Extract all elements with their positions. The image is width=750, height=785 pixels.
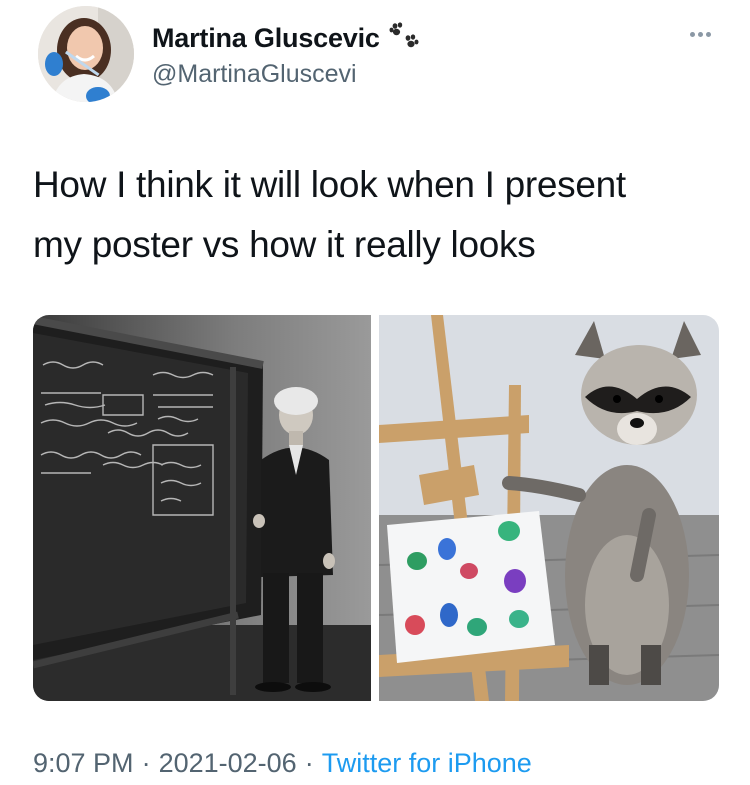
author-display-name[interactable]: Martina Gluscevic bbox=[152, 23, 380, 54]
more-options-button[interactable] bbox=[680, 22, 720, 46]
tweet-header: Martina Gluscevic @MartinaGluscevi bbox=[0, 0, 750, 120]
tweet-media[interactable] bbox=[33, 315, 719, 701]
tweet-time[interactable]: 9:07 PM bbox=[33, 748, 134, 778]
author-handle[interactable]: @MartinaGluscevi bbox=[152, 60, 357, 89]
tweet-source-link[interactable]: Twitter for iPhone bbox=[322, 748, 532, 778]
tweet-text-line: How I think it will look when I present bbox=[33, 164, 626, 205]
meta-separator: · bbox=[141, 748, 151, 778]
tweet-date[interactable]: 2021-02-06 bbox=[159, 748, 297, 778]
avatar[interactable] bbox=[38, 6, 134, 102]
more-dot-icon bbox=[689, 31, 695, 37]
more-dot-icon bbox=[697, 31, 703, 37]
author-name-row: Martina Gluscevic bbox=[152, 22, 420, 54]
media-photo-raccoon[interactable] bbox=[378, 315, 719, 701]
paw-prints-icon bbox=[388, 22, 420, 54]
tweet-text-line: my poster vs how it really looks bbox=[33, 224, 536, 265]
tweet-meta: 9:07 PM · 2021-02-06 · Twitter for iPhone bbox=[33, 748, 532, 779]
more-dot-icon bbox=[705, 31, 711, 37]
media-photo-chalkboard[interactable] bbox=[33, 315, 371, 701]
tweet-text: How I think it will look when I present … bbox=[33, 155, 723, 275]
meta-separator: · bbox=[304, 748, 314, 778]
